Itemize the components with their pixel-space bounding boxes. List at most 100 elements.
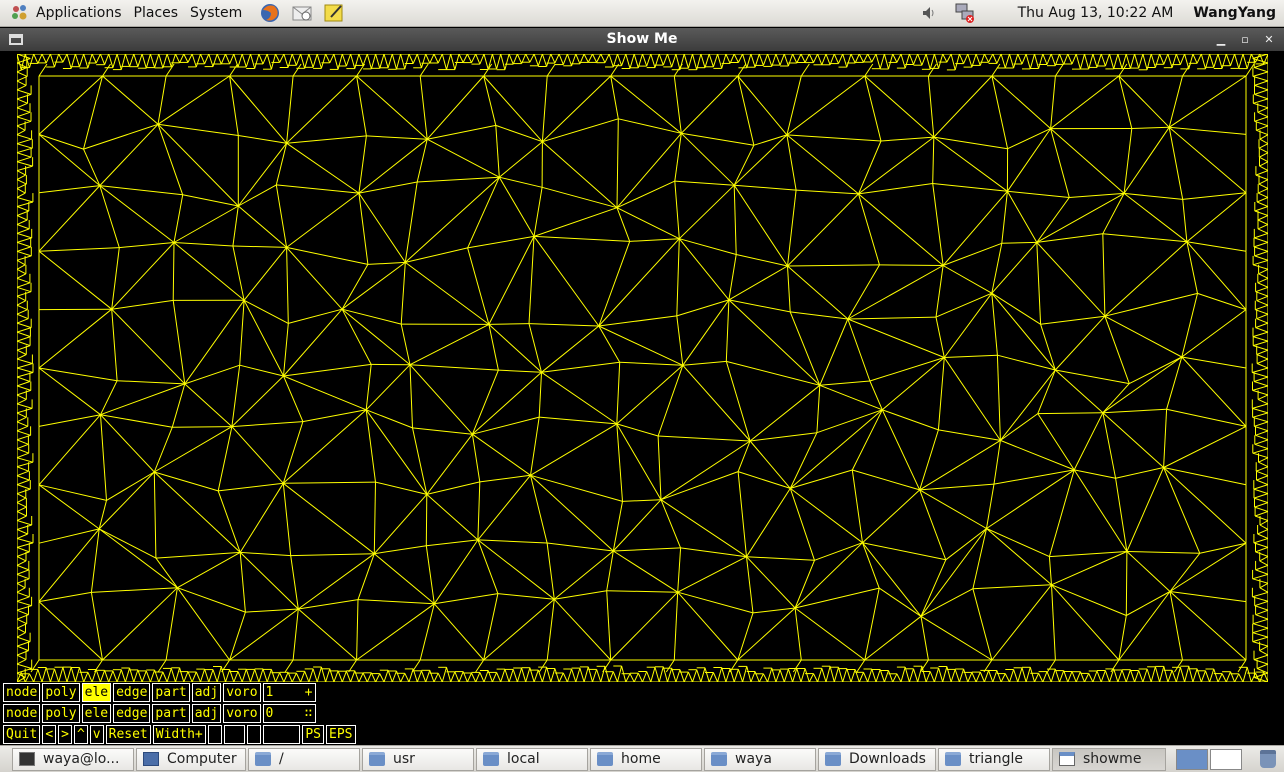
row2-node-button[interactable]: node xyxy=(3,704,41,723)
row3-blank-button[interactable] xyxy=(207,725,222,744)
places-menu[interactable]: Places xyxy=(128,0,185,27)
mesh-edge xyxy=(1054,63,1064,77)
mesh-edge xyxy=(950,54,956,71)
row3-blank-button[interactable] xyxy=(263,725,301,744)
row2-ele-button[interactable]: ele xyxy=(81,704,112,723)
mesh-edge xyxy=(441,54,447,70)
mesh-edge xyxy=(17,605,32,611)
row3---button[interactable]: > xyxy=(58,725,72,744)
mesh-edge xyxy=(746,556,815,561)
taskbar-item-waya-lo-[interactable]: waya@lo... xyxy=(12,747,134,771)
mesh-edge xyxy=(1167,670,1173,682)
taskbar-item-home[interactable]: home xyxy=(590,747,702,771)
row3-blank-button[interactable] xyxy=(223,725,246,744)
mesh-canvas[interactable] xyxy=(0,51,1284,682)
mesh-edge xyxy=(808,54,814,63)
user-name[interactable]: WangYang xyxy=(1193,5,1276,21)
mesh-edge xyxy=(17,506,27,512)
mesh-edge xyxy=(487,54,493,70)
mesh-edge xyxy=(1238,673,1244,682)
taskbar-item-local[interactable]: local xyxy=(476,747,588,771)
maximize-icon[interactable]: ▫ xyxy=(1238,28,1252,51)
mesh-edge xyxy=(504,668,510,682)
row1-part-button[interactable]: part xyxy=(152,683,190,702)
mesh-edge xyxy=(1088,673,1094,682)
workspace-2[interactable] xyxy=(1210,748,1242,770)
row1-node-button[interactable]: node xyxy=(3,683,41,702)
mesh-edge xyxy=(566,668,573,682)
taskbar-item--[interactable]: / xyxy=(248,747,360,771)
taskbar-item-downloads[interactable]: Downloads xyxy=(818,747,936,771)
clock[interactable]: Thu Aug 13, 10:22 AM xyxy=(1018,5,1174,21)
triangle-mesh[interactable] xyxy=(17,54,1268,682)
mesh-edge xyxy=(1168,126,1247,194)
mesh-edge xyxy=(1259,161,1268,167)
workspace-1[interactable] xyxy=(1176,748,1208,770)
mesh-edge xyxy=(498,176,535,237)
row3-v-button[interactable]: v xyxy=(89,725,104,744)
mail-icon[interactable] xyxy=(290,1,314,25)
trash-icon[interactable] xyxy=(1260,750,1276,768)
mesh-edge xyxy=(467,235,535,249)
notes-icon[interactable] xyxy=(322,1,346,25)
mesh-edge xyxy=(1200,54,1206,69)
mesh-edge xyxy=(341,308,372,365)
mesh-edge xyxy=(79,54,85,67)
row2-0--button[interactable]: 0 ∷ xyxy=(262,704,316,723)
row3-ps-button[interactable]: PS xyxy=(302,725,325,744)
mesh-edge xyxy=(988,670,994,682)
taskbar-item-waya[interactable]: waya xyxy=(704,747,816,771)
row1-1--button[interactable]: 1 + xyxy=(262,683,316,702)
row1-poly-button[interactable]: poly xyxy=(42,683,80,702)
row3-blank-button[interactable] xyxy=(247,725,262,744)
row3---button[interactable]: ^ xyxy=(73,725,88,744)
volume-icon[interactable] xyxy=(920,4,938,22)
workspace-switcher[interactable] xyxy=(1176,748,1242,770)
taskbar-item-usr[interactable]: usr xyxy=(362,747,474,771)
row2-voro-button[interactable]: voro xyxy=(223,704,261,723)
gnome-foot-icon[interactable] xyxy=(10,3,30,23)
mesh-edge xyxy=(675,669,681,682)
taskbar-item-showme[interactable]: showme xyxy=(1052,747,1166,771)
taskbar-item-computer[interactable]: Computer xyxy=(136,747,246,771)
row2-edge-button[interactable]: edge xyxy=(113,704,151,723)
taskbar-item-triangle[interactable]: triangle xyxy=(938,747,1050,771)
close-icon[interactable]: ✕ xyxy=(1262,28,1276,51)
mesh-edge xyxy=(433,539,479,605)
window-titlebar[interactable]: Show Me ▁ ▫ ✕ xyxy=(0,28,1284,51)
mesh-edge xyxy=(533,187,543,237)
mesh-edge xyxy=(888,54,894,70)
window-menu-icon[interactable] xyxy=(9,34,23,45)
mesh-edge xyxy=(286,247,343,310)
row3-width--button[interactable]: Width+ xyxy=(152,725,206,744)
row2-adj-button[interactable]: adj xyxy=(191,704,222,723)
mesh-edge xyxy=(1104,670,1110,682)
mesh-edge xyxy=(1036,242,1042,325)
row2-part-button[interactable]: part xyxy=(152,704,190,723)
mesh-edge xyxy=(729,54,735,64)
row1-edge-button[interactable]: edge xyxy=(113,683,151,702)
mesh-edge xyxy=(239,483,284,553)
row3-reset-button[interactable]: Reset xyxy=(105,725,151,744)
mesh-edge xyxy=(491,54,498,70)
mesh-edge xyxy=(1169,591,1247,661)
mesh-edge xyxy=(1181,356,1247,369)
row3-eps-button[interactable]: EPS xyxy=(326,725,356,744)
mesh-edge xyxy=(942,242,1002,266)
mesh-edge xyxy=(1254,93,1268,100)
row1-ele-button[interactable]: ele xyxy=(81,683,112,702)
row2-poly-button[interactable]: poly xyxy=(42,704,80,723)
firefox-icon[interactable] xyxy=(258,1,282,25)
mesh-edge xyxy=(750,432,817,442)
row3---button[interactable]: < xyxy=(42,725,57,744)
mesh-edge xyxy=(1000,439,1075,471)
row3-quit-button[interactable]: Quit xyxy=(3,725,41,744)
network-icon[interactable] xyxy=(954,2,976,24)
row1-adj-button[interactable]: adj xyxy=(191,683,222,702)
mesh-edge xyxy=(850,669,856,682)
system-menu[interactable]: System xyxy=(184,0,248,27)
row1-voro-button[interactable]: voro xyxy=(223,683,261,702)
mesh-edge xyxy=(137,54,143,67)
minimize-icon[interactable]: ▁ xyxy=(1214,28,1228,51)
applications-menu[interactable]: Applications xyxy=(30,0,128,27)
